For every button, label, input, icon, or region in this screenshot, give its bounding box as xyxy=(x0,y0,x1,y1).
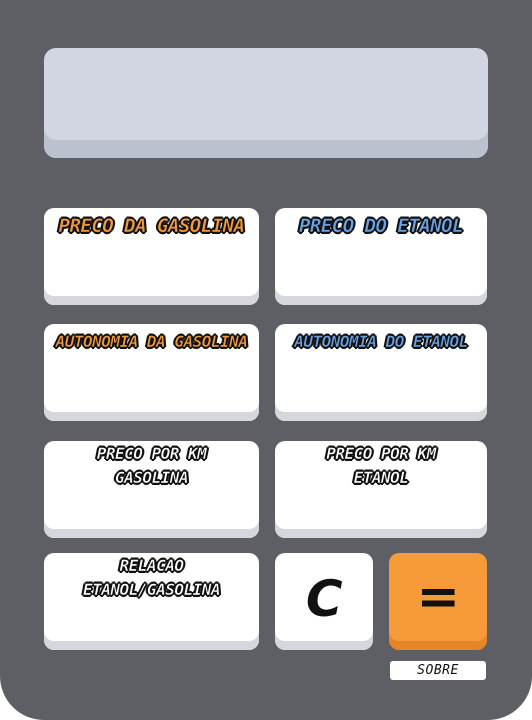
equals-button[interactable]: = xyxy=(389,553,487,650)
preco-km-gasolina-label-line1: PRECO POR KM xyxy=(96,444,207,463)
preco-km-gasolina-button[interactable]: PRECO POR KM GASOLINA xyxy=(44,441,259,538)
preco-km-etanol-label-line1: PRECO POR KM xyxy=(326,444,436,463)
preco-km-etanol-label-line2: ETANOL xyxy=(353,468,409,487)
autonomia-etanol-button[interactable]: AUTONOMIA DO ETANOL xyxy=(275,324,487,421)
preco-gasolina-button[interactable]: PRECO DA GASOLINA xyxy=(44,208,259,305)
preco-km-etanol-button[interactable]: PRECO POR KM ETANOL xyxy=(275,441,487,538)
clear-button[interactable]: C xyxy=(275,553,373,650)
clear-label: C xyxy=(305,570,343,628)
autonomia-gasolina-button[interactable]: AUTONOMIA DA GASOLINA xyxy=(44,324,259,421)
calculator-display xyxy=(44,48,488,158)
relacao-label-line2: ETANOL/GASOLINA xyxy=(83,580,221,599)
relacao-button[interactable]: RELACAO ETANOL/GASOLINA xyxy=(44,553,259,650)
autonomia-gasolina-label: AUTONOMIA DA GASOLINA xyxy=(55,332,248,351)
sobre-button[interactable]: SOBRE xyxy=(390,661,486,680)
preco-etanol-label: PRECO DO ETANOL xyxy=(298,215,464,237)
equals-label: = xyxy=(416,567,460,627)
relacao-label-line1: RELACAO xyxy=(119,556,184,575)
sobre-label: SOBRE xyxy=(417,663,459,678)
preco-gasolina-label: PRECO DA GASOLINA xyxy=(58,215,245,237)
preco-etanol-button[interactable]: PRECO DO ETANOL xyxy=(275,208,487,305)
autonomia-etanol-label: AUTONOMIA DO ETANOL xyxy=(294,332,468,351)
preco-km-gasolina-label-line2: GASOLINA xyxy=(114,468,189,487)
